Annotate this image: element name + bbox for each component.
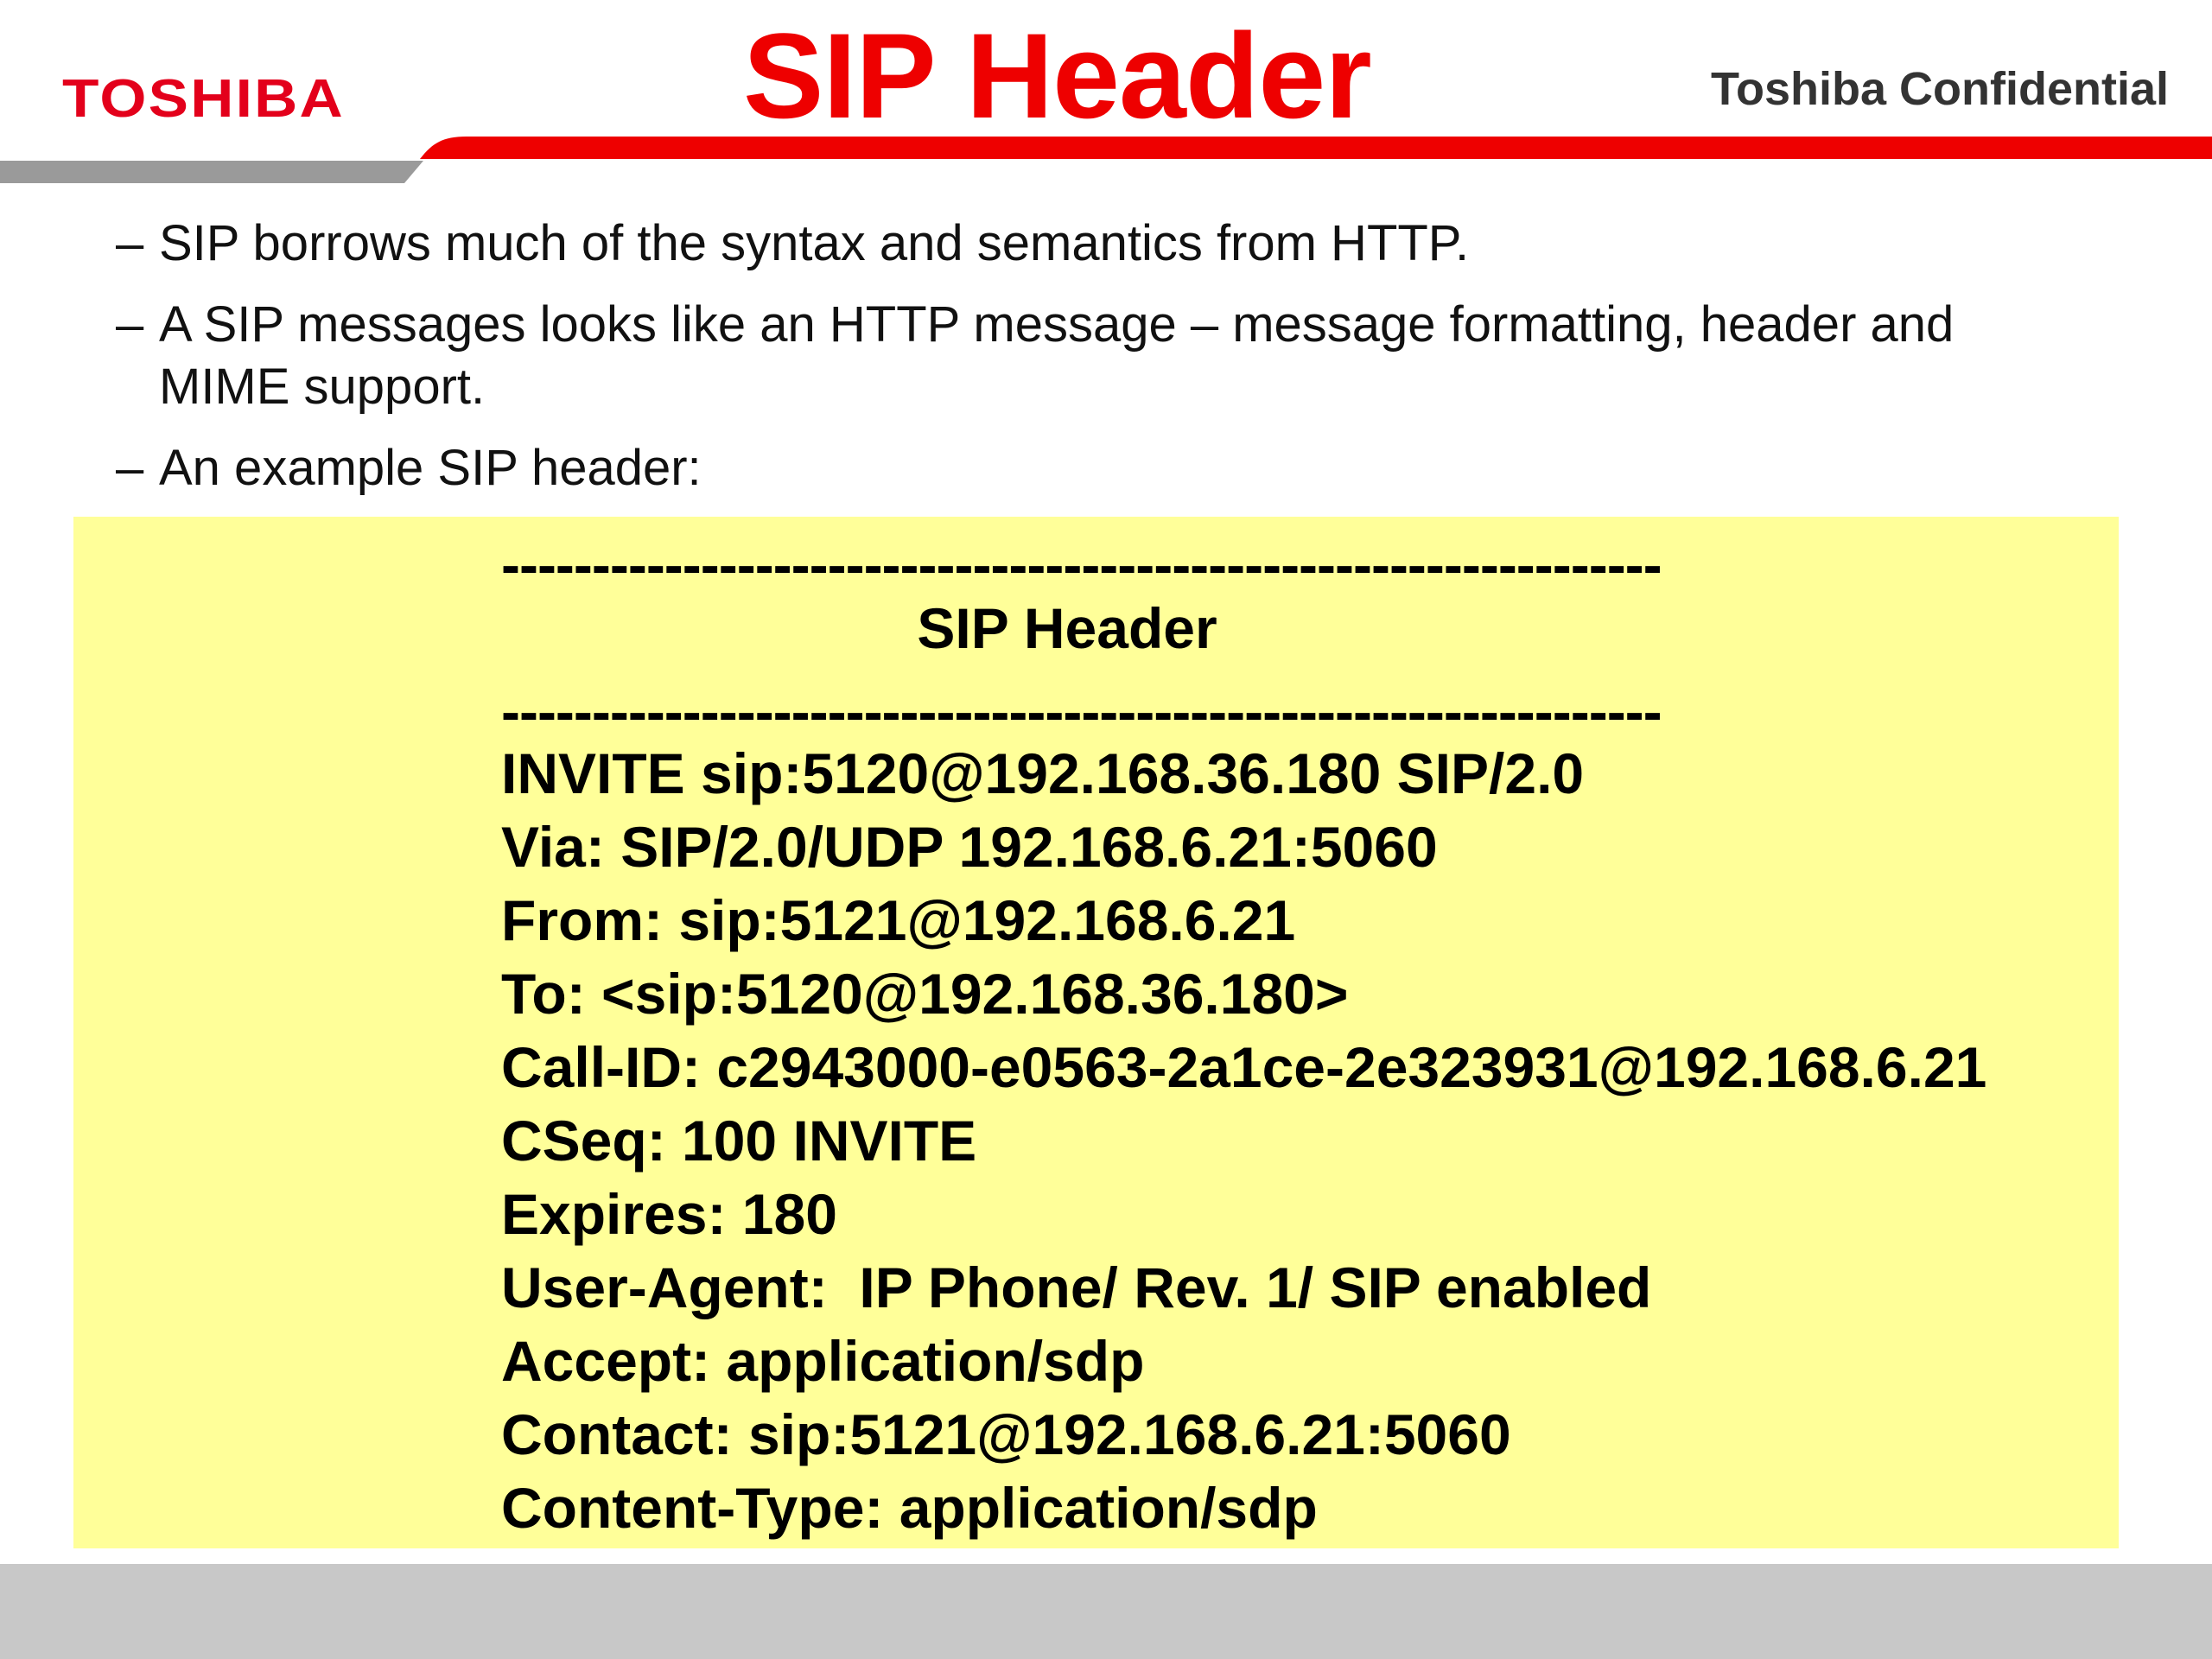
red-band xyxy=(420,137,2212,159)
header-line-via: Via: SIP/2.0/UDP 192.168.6.21:5060 xyxy=(501,815,1438,879)
bullet-text: SIP borrows much of the syntax and seman… xyxy=(159,215,1470,271)
slide-title: SIP Header xyxy=(743,8,1372,143)
header-swoosh-band xyxy=(0,137,2212,183)
bullet-item: – An example SIP header: xyxy=(116,437,2103,499)
separator-rule: ----------------------------------------… xyxy=(501,679,1662,743)
header-line-content-type: Content-Type: application/sdp xyxy=(501,1476,1318,1540)
separator-rule: ----------------------------------------… xyxy=(501,532,1662,596)
header-line-accept: Accept: application/sdp xyxy=(501,1329,1145,1393)
toshiba-logo: TOSHIBA xyxy=(62,69,345,129)
confidential-label: Toshiba Confidential xyxy=(1711,63,2169,115)
header-line-expires: Expires: 180 xyxy=(501,1182,837,1246)
header-line-user-agent: User-Agent: IP Phone/ Rev. 1/ SIP enable… xyxy=(501,1255,1652,1319)
bullet-dash: – xyxy=(116,440,144,496)
example-heading: SIP Header xyxy=(917,596,1217,660)
slide-header: TOSHIBA SIP Header Toshiba Confidential xyxy=(0,0,2212,186)
bullet-dash: – xyxy=(116,215,144,271)
sip-header-example-box: ----------------------------------------… xyxy=(73,517,2119,1548)
header-line-to: To: <sip:5120@192.168.36.180> xyxy=(501,962,1349,1026)
bullet-text: A SIP messages looks like an HTTP messag… xyxy=(159,296,1955,415)
header-line-cseq: CSeq: 100 INVITE xyxy=(501,1109,977,1173)
bullet-text: An example SIP header: xyxy=(159,440,702,496)
footer-bar xyxy=(0,1564,2212,1659)
gray-band xyxy=(0,161,423,183)
header-line-from: From: sip:5121@192.168.6.21 xyxy=(501,888,1296,952)
header-line-call-id: Call-ID: c2943000-e0563-2a1ce-2e323931@1… xyxy=(501,1035,1987,1099)
header-line-request: INVITE sip:5120@192.168.36.180 SIP/2.0 xyxy=(501,741,1585,805)
bullet-dash: – xyxy=(116,296,144,353)
bullet-item: – SIP borrows much of the syntax and sem… xyxy=(116,213,2103,275)
header-line-contact: Contact: sip:5121@192.168.6.21:5060 xyxy=(501,1402,1511,1466)
bullet-item: – A SIP messages looks like an HTTP mess… xyxy=(116,294,2086,418)
